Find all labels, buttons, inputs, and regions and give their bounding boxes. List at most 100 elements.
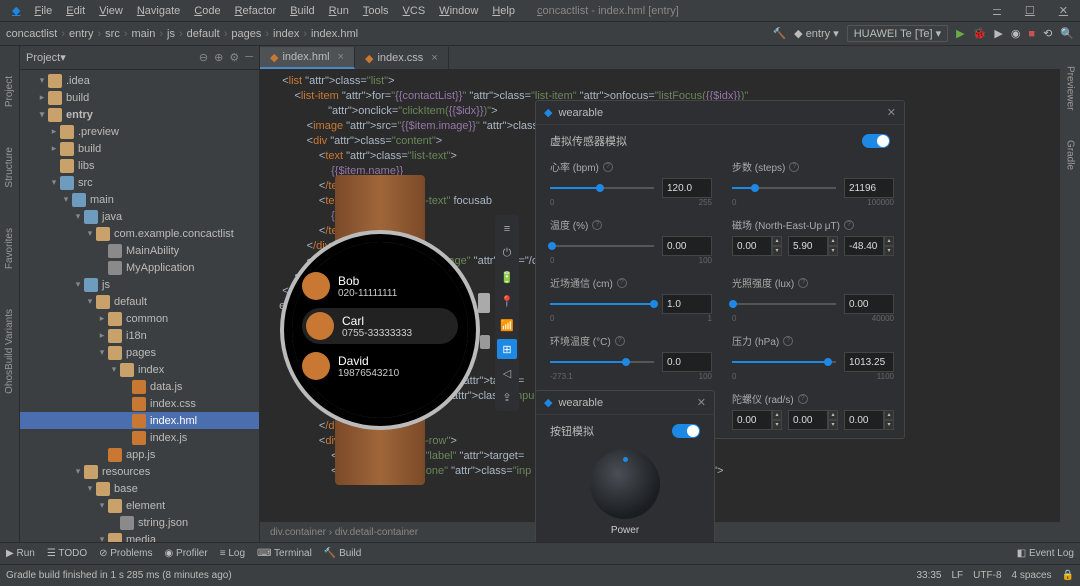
rail-project[interactable]: Project: [4, 76, 15, 107]
menu-window[interactable]: Window: [433, 3, 484, 19]
tree-node[interactable]: data.js: [20, 378, 259, 395]
sync-icon[interactable]: ⟲: [1043, 27, 1052, 40]
run-config-dropdown[interactable]: ◆ entry ▾: [794, 27, 839, 40]
tree-node[interactable]: app.js: [20, 446, 259, 463]
crumb[interactable]: main: [132, 28, 156, 40]
sensor-slider[interactable]: [550, 298, 654, 310]
menu-view[interactable]: View: [93, 3, 129, 19]
event-log-button[interactable]: ◧ Event Log: [1017, 548, 1074, 559]
project-tree[interactable]: ▾.idea▸build▾entry▸.preview▸buildlibs▾sr…: [20, 70, 259, 542]
tree-node[interactable]: ▾element: [20, 497, 259, 514]
crumb[interactable]: entry: [69, 28, 93, 40]
tree-node[interactable]: ▾base: [20, 480, 259, 497]
tool-build[interactable]: 🔨 Build: [324, 548, 361, 559]
crumb[interactable]: index: [273, 28, 299, 40]
maximize-button[interactable]: ☐: [1019, 2, 1041, 19]
contact-row[interactable]: Bob020-11111111: [302, 272, 458, 300]
menu-run[interactable]: Run: [323, 3, 355, 19]
emul-sensor-icon[interactable]: ⊞: [497, 339, 517, 359]
button-toggle[interactable]: [672, 424, 700, 438]
info-icon[interactable]: ?: [592, 220, 602, 230]
info-icon[interactable]: ?: [617, 278, 627, 288]
emul-back-icon[interactable]: ◁: [497, 363, 517, 383]
tool-run[interactable]: ▶ Run: [6, 548, 35, 559]
tree-node[interactable]: ▾com.example.concactlist: [20, 225, 259, 242]
watch-crown[interactable]: [478, 293, 490, 313]
close-button[interactable]: ✕: [1053, 2, 1074, 19]
build-icon[interactable]: 🔨: [772, 27, 786, 40]
close-tab-icon[interactable]: ×: [338, 51, 344, 63]
lock-icon[interactable]: 🔒: [1062, 570, 1074, 581]
tree-node[interactable]: ▸i18n: [20, 327, 259, 344]
tree-node[interactable]: ▸.preview: [20, 123, 259, 140]
target-icon[interactable]: ⊕: [214, 51, 223, 64]
tool-log[interactable]: ≡ Log: [220, 548, 245, 559]
rail-structure[interactable]: Structure: [4, 147, 15, 188]
close-tab-icon[interactable]: ×: [431, 52, 437, 64]
button-panel-close[interactable]: ✕: [697, 396, 706, 409]
editor-tab[interactable]: ◆index.css×: [355, 47, 449, 69]
tool-problems[interactable]: ⊘ Problems: [99, 548, 152, 559]
stop-icon[interactable]: ■: [1028, 28, 1035, 40]
profile-icon[interactable]: ◉: [1011, 27, 1021, 40]
rail-ohos[interactable]: OhosBuild Variants: [4, 309, 15, 394]
watch-screen[interactable]: Bob020-11111111Carl0755-33333333David198…: [292, 242, 468, 418]
emul-location-icon[interactable]: 📍: [497, 291, 517, 311]
tree-node[interactable]: ▸common: [20, 310, 259, 327]
sensor-spinner[interactable]: 5.90▴▾: [788, 236, 838, 256]
info-icon[interactable]: ?: [798, 278, 808, 288]
sensor-spinner[interactable]: 0.00▴▾: [844, 410, 894, 430]
tree-node[interactable]: ▾.idea: [20, 72, 259, 89]
info-icon[interactable]: ?: [798, 394, 808, 404]
run-icon[interactable]: ▶: [956, 27, 964, 40]
tree-node[interactable]: ▾entry: [20, 106, 259, 123]
emul-battery-icon[interactable]: 🔋: [497, 267, 517, 287]
editor-tab[interactable]: ◆index.hml×: [260, 47, 355, 69]
menu-help[interactable]: Help: [486, 3, 521, 19]
power-dial[interactable]: [590, 449, 660, 519]
rail-gradle[interactable]: Gradle: [1065, 140, 1076, 170]
settings-icon[interactable]: ⚙: [229, 51, 239, 64]
sensor-toggle[interactable]: [862, 134, 890, 148]
info-icon[interactable]: ?: [789, 162, 799, 172]
sensor-value-input[interactable]: 120.0: [662, 178, 712, 198]
tree-node[interactable]: index.js: [20, 429, 259, 446]
tree-node[interactable]: ▾default: [20, 293, 259, 310]
collapse-icon[interactable]: ⊖: [199, 51, 208, 64]
tree-node[interactable]: ▸build: [20, 89, 259, 106]
sensor-spinner[interactable]: 0.00▴▾: [788, 410, 838, 430]
sensor-slider[interactable]: [732, 298, 836, 310]
menu-refactor[interactable]: Refactor: [229, 3, 283, 19]
crumb[interactable]: src: [105, 28, 120, 40]
tree-node[interactable]: ▾index: [20, 361, 259, 378]
sensor-slider[interactable]: [732, 182, 836, 194]
contact-row[interactable]: Carl0755-33333333: [302, 308, 458, 344]
crumb[interactable]: pages: [231, 28, 261, 40]
emul-menu-icon[interactable]: ≡: [497, 219, 517, 239]
tree-node[interactable]: ▸build: [20, 140, 259, 157]
search-icon[interactable]: 🔍: [1060, 27, 1074, 40]
emul-power-icon[interactable]: ⏻: [497, 243, 517, 263]
sensor-value-input[interactable]: 1013.25: [844, 352, 894, 372]
tool-terminal[interactable]: ⌨ Terminal: [257, 548, 312, 559]
menu-tools[interactable]: Tools: [357, 3, 395, 19]
minimize-button[interactable]: ─: [987, 2, 1007, 19]
status-encoding[interactable]: UTF-8: [973, 570, 1001, 581]
rail-favorites[interactable]: Favorites: [4, 228, 15, 269]
sensor-slider[interactable]: [732, 356, 836, 368]
tree-node[interactable]: ▾js: [20, 276, 259, 293]
sensor-value-input[interactable]: 21196: [844, 178, 894, 198]
debug-icon[interactable]: 🐞: [973, 27, 987, 40]
tool-todo[interactable]: ☰ TODO: [47, 548, 87, 559]
menu-navigate[interactable]: Navigate: [131, 3, 186, 19]
tree-node[interactable]: MyApplication: [20, 259, 259, 276]
project-title[interactable]: Project: [26, 52, 60, 64]
tree-node[interactable]: ▾media: [20, 531, 259, 542]
sensor-spinner[interactable]: 0.00▴▾: [732, 236, 782, 256]
menu-edit[interactable]: Edit: [60, 3, 91, 19]
crumb[interactable]: concactlist: [6, 28, 57, 40]
status-lf[interactable]: LF: [952, 570, 964, 581]
rail-previewer[interactable]: Previewer: [1065, 66, 1076, 110]
editor-tabs[interactable]: ◆index.hml×◆index.css×: [260, 46, 1080, 70]
tree-node[interactable]: ▾resources: [20, 463, 259, 480]
